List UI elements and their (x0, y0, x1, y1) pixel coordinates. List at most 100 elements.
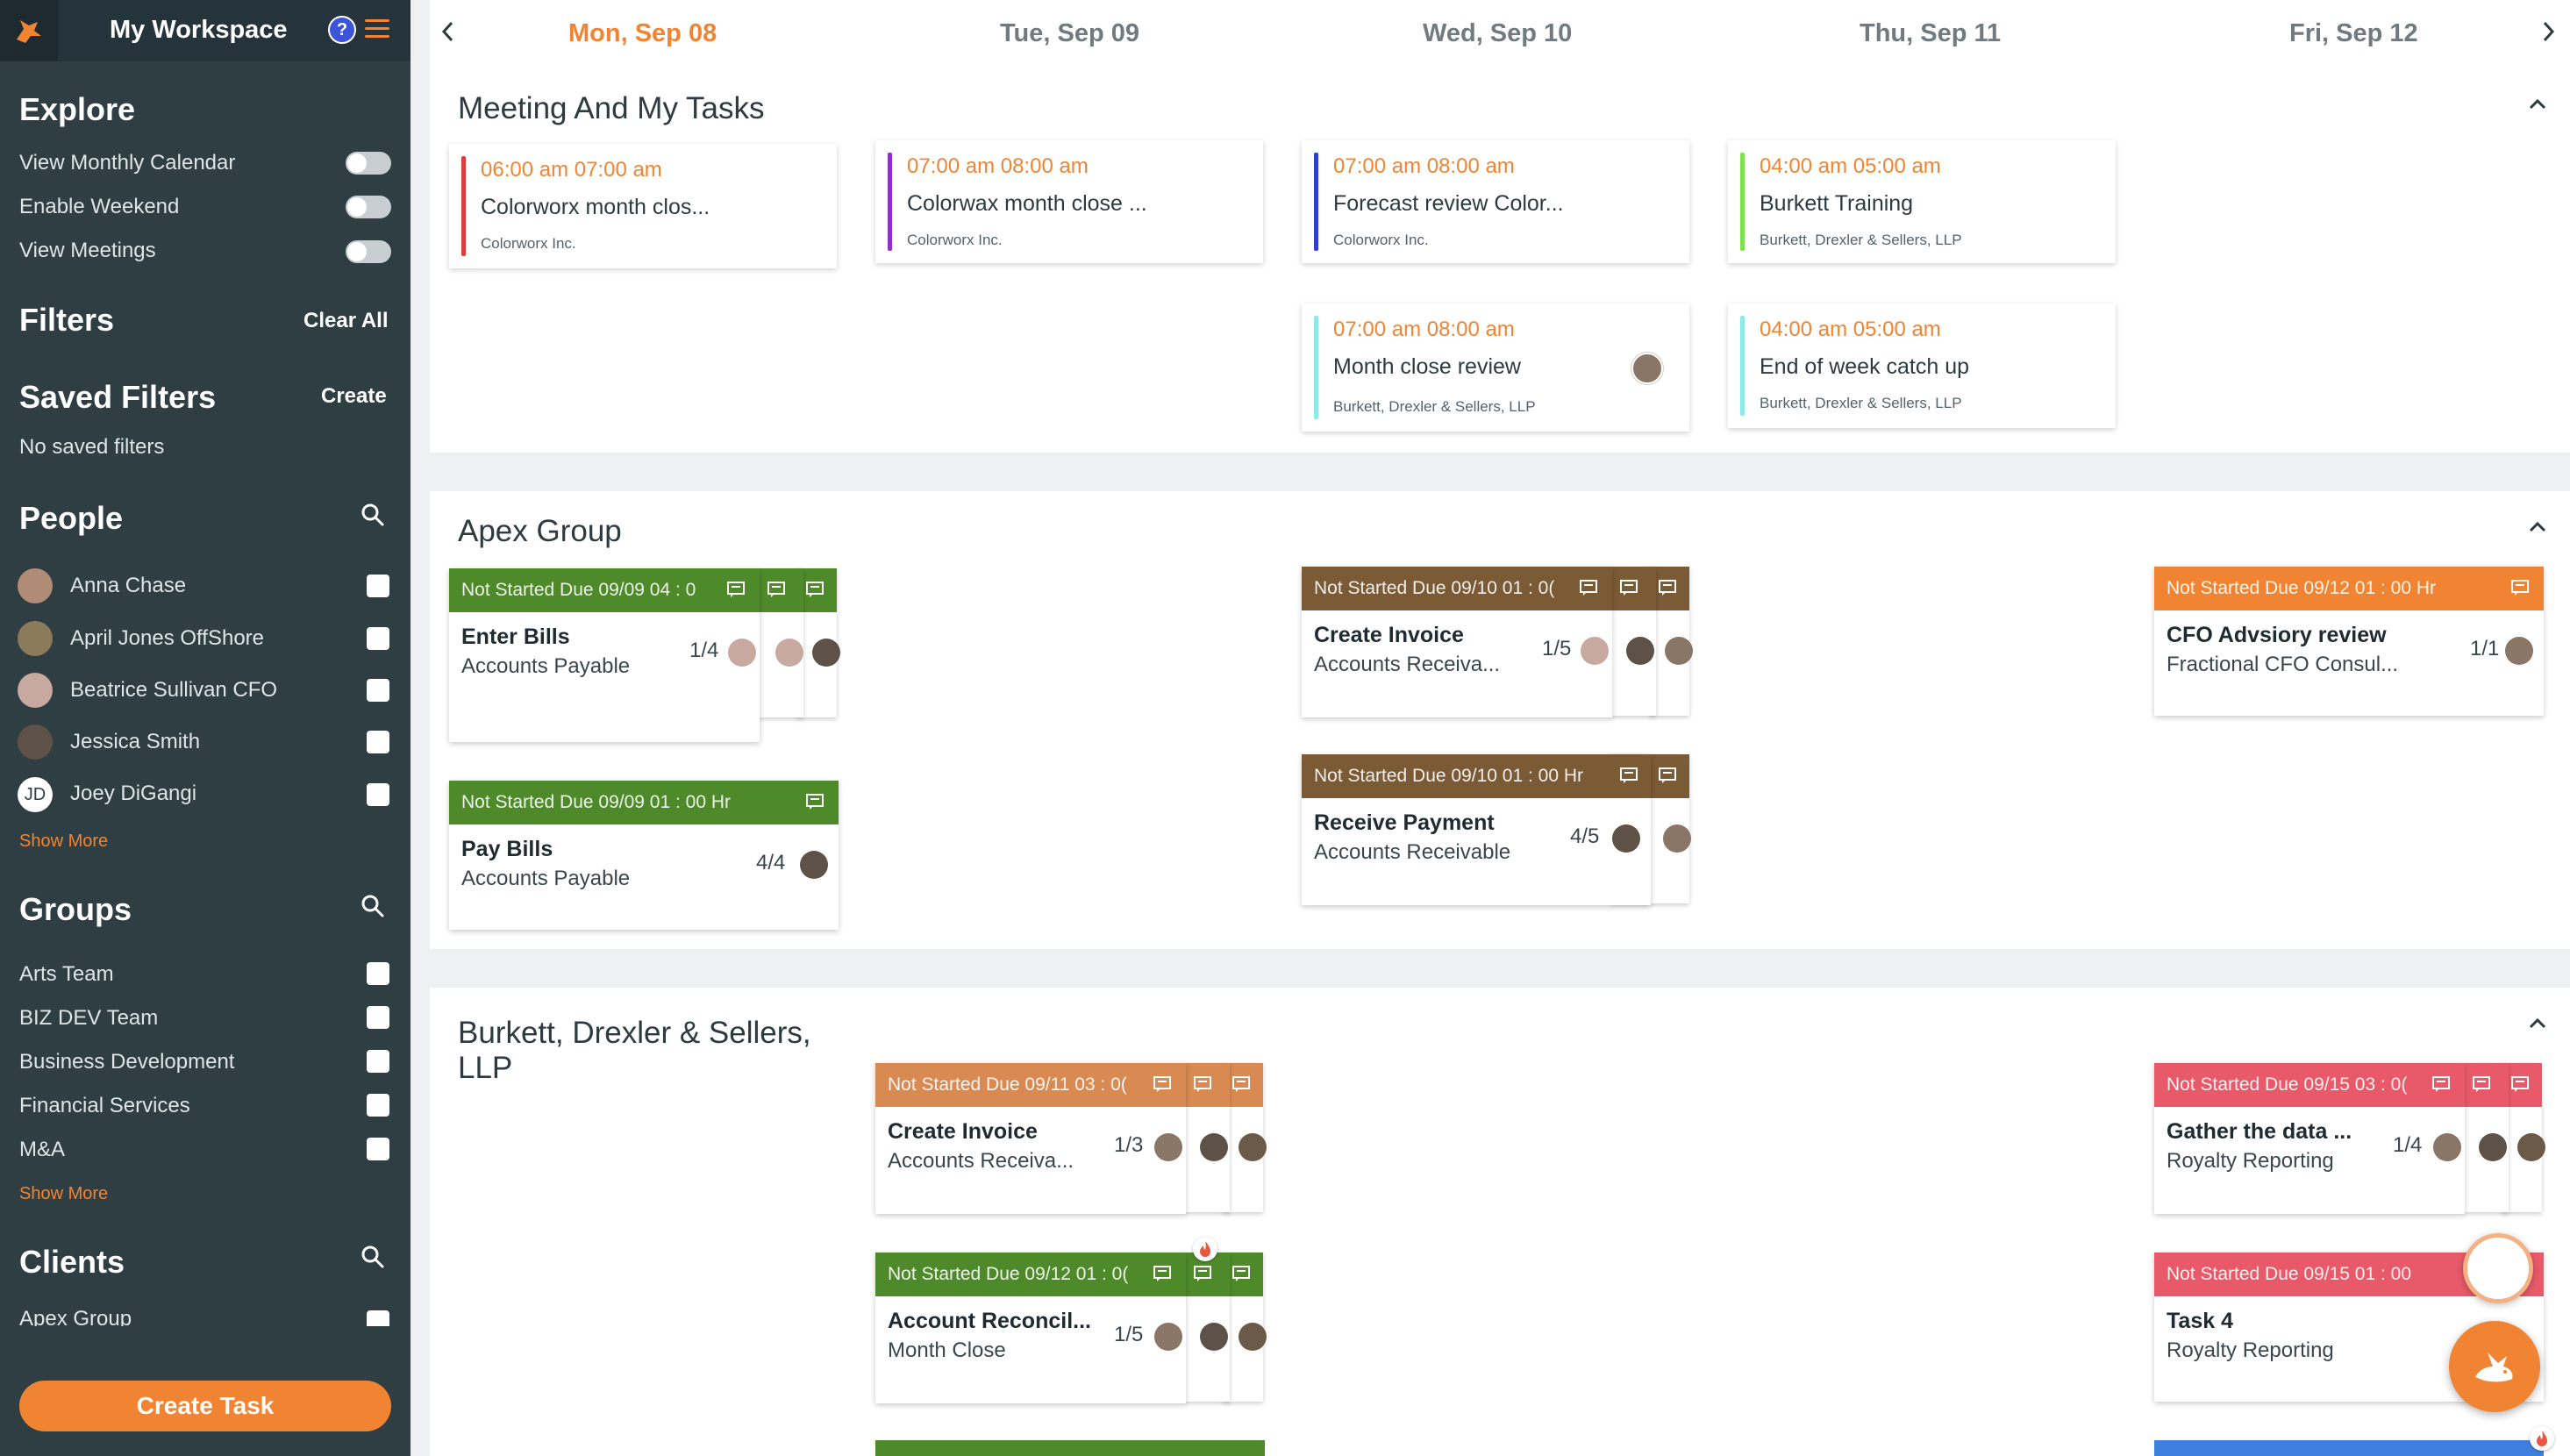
chat-icon[interactable] (1193, 1265, 1212, 1282)
search-icon[interactable] (360, 893, 386, 919)
chevron-up-icon[interactable] (2524, 91, 2551, 118)
task-card[interactable]: Not Started Due 09/12 01 : 0( Account Re… (875, 1237, 1267, 1403)
rabbit-logo-icon[interactable] (0, 0, 58, 61)
chevron-right-icon[interactable] (2535, 14, 2561, 49)
chevron-up-icon[interactable] (2524, 1010, 2551, 1037)
person-checkbox[interactable] (367, 731, 389, 753)
chat-icon[interactable] (1658, 579, 1677, 596)
task-card[interactable]: Not Started Due 09/10 01 : 0( Create Inv… (1302, 567, 1693, 717)
task-status: Not Started Due 09/15 03 : 0( (2167, 1074, 2408, 1095)
group-checkbox[interactable] (367, 1006, 389, 1029)
workspace-title[interactable]: My Workspace (110, 16, 288, 45)
avatar (1631, 353, 1663, 384)
task-card-main[interactable]: Not Started Due 09/10 01 : 00 Hr Receive… (1302, 754, 1651, 905)
apex-group-section: Apex Group Not Started Due 09/09 04 : 0 … (430, 491, 2570, 949)
day-label[interactable]: Mon, Sep 08 (568, 19, 717, 48)
group-checkbox[interactable] (367, 1138, 389, 1160)
avatar (812, 639, 840, 667)
task-card[interactable] (875, 1440, 1265, 1456)
group-checkbox[interactable] (367, 1050, 389, 1073)
task-card-main[interactable]: Not Started Due 09/11 03 : 0( Create Inv… (875, 1063, 1186, 1214)
create-task-button[interactable]: Create Task (19, 1381, 391, 1431)
chat-icon[interactable] (2431, 1075, 2451, 1093)
section-title: Apex Group (458, 514, 622, 548)
group-checkbox[interactable] (367, 962, 389, 985)
chat-icon[interactable] (1619, 767, 1638, 784)
group-checkbox[interactable] (367, 1094, 389, 1117)
task-card[interactable]: Not Started Due 09/09 01 : 00 Hr Pay Bil… (449, 781, 839, 930)
avatar (2479, 1133, 2507, 1161)
meeting-card[interactable]: 07:00 am 08:00 am Forecast review Color.… (1302, 140, 1689, 263)
task-card[interactable]: Not Started Due 09/11 03 : 0( Create Inv… (875, 1063, 1267, 1214)
task-card-main[interactable]: Not Started Due 09/12 01 : 0( Account Re… (875, 1253, 1186, 1403)
task-card-main[interactable]: Not Started Due 09/09 04 : 0 Enter Bills… (449, 568, 760, 742)
person-checkbox[interactable] (367, 575, 389, 597)
chat-icon[interactable] (2472, 1075, 2491, 1093)
person-checkbox[interactable] (367, 627, 389, 650)
person-checkbox[interactable] (367, 679, 389, 702)
task-card[interactable]: Not Started Due 09/12 01 : 00 Hr CFO Adv… (2154, 567, 2544, 716)
chat-icon[interactable] (726, 581, 746, 598)
groups-show-more-link[interactable]: Show More (19, 1184, 108, 1204)
task-card-main[interactable]: Not Started Due 09/10 01 : 0( Create Inv… (1302, 567, 1612, 717)
task-subtitle: Royalty Reporting (2167, 1149, 2334, 1173)
chat-icon[interactable] (805, 581, 825, 598)
chat-icon[interactable] (1579, 579, 1598, 596)
task-progress: 4/5 (1570, 824, 1600, 848)
menu-icon[interactable] (365, 19, 389, 40)
task-card-main[interactable]: Not Started Due 09/09 01 : 00 Hr Pay Bil… (449, 781, 839, 930)
explore-monthly-label: View Monthly Calendar (19, 151, 236, 175)
search-icon[interactable] (360, 1244, 386, 1270)
task-card[interactable]: Not Started Due 09/09 04 : 0 Enter Bills… (449, 568, 840, 742)
person-name: Joey DiGangi (70, 782, 197, 805)
task-name: CFO Advsiory review (2167, 623, 2387, 647)
filters-heading: Filters (19, 302, 115, 338)
task-card[interactable]: Not Started Due 09/15 03 : 0( Gather the… (2154, 1063, 2545, 1214)
person-checkbox[interactable] (367, 783, 389, 806)
meeting-card[interactable]: 04:00 am 05:00 am Burkett Training Burke… (1728, 140, 2116, 263)
task-subtitle: Accounts Receiva... (1314, 653, 1501, 676)
chat-icon[interactable] (1153, 1075, 1172, 1093)
client-checkbox[interactable] (367, 1310, 389, 1326)
chat-icon[interactable] (1231, 1075, 1251, 1093)
avatar (1663, 824, 1691, 853)
meeting-client: Colorworx Inc. (1333, 232, 1429, 248)
task-card[interactable] (2154, 1440, 2544, 1456)
meetings-toggle[interactable] (346, 240, 391, 263)
chat-icon[interactable] (2510, 1075, 2530, 1093)
chat-icon[interactable] (1231, 1265, 1251, 1282)
chat-icon[interactable] (2510, 579, 2530, 596)
task-card-main[interactable]: Not Started Due 09/15 03 : 0( Gather the… (2154, 1063, 2465, 1214)
chat-icon[interactable] (1153, 1265, 1172, 1282)
chat-icon[interactable] (1193, 1075, 1212, 1093)
weekend-toggle[interactable] (346, 196, 391, 218)
task-status: Not Started Due 09/09 01 : 00 Hr (461, 792, 732, 812)
meeting-card[interactable]: 07:00 am 08:00 am Colorwax month close .… (875, 140, 1263, 263)
chat-icon[interactable] (767, 581, 786, 598)
meeting-title: Colorwax month close ... (907, 191, 1147, 216)
fire-icon (1193, 1237, 1217, 1261)
help-icon[interactable]: ? (328, 16, 356, 44)
chevron-up-icon[interactable] (2524, 514, 2551, 540)
chat-icon[interactable] (1658, 767, 1677, 784)
day-label[interactable]: Tue, Sep 09 (1000, 19, 1139, 48)
task-card-main[interactable]: Not Started Due 09/12 01 : 00 Hr CFO Adv… (2154, 567, 2544, 716)
day-label[interactable]: Wed, Sep 10 (1423, 19, 1572, 48)
task-card[interactable]: Not Started Due 09/10 01 : 00 Hr Receive… (1302, 754, 1691, 905)
day-label[interactable]: Thu, Sep 11 (1860, 19, 2001, 48)
chat-icon[interactable] (1619, 579, 1638, 596)
chevron-left-icon[interactable] (435, 14, 461, 49)
rabbit-assistant-button[interactable] (2449, 1321, 2540, 1412)
chat-icon[interactable] (805, 793, 825, 810)
search-icon[interactable] (360, 502, 386, 528)
create-filter-button[interactable]: Create (321, 384, 387, 409)
meeting-time: 07:00 am 08:00 am (907, 154, 1089, 178)
meeting-card[interactable]: 07:00 am 08:00 am Month close review Bur… (1302, 303, 1689, 432)
people-show-more-link[interactable]: Show More (19, 831, 108, 852)
clear-all-button[interactable]: Clear All (303, 309, 388, 333)
day-label[interactable]: Fri, Sep 12 (2289, 19, 2418, 48)
avatar (18, 724, 53, 760)
monthly-calendar-toggle[interactable] (346, 152, 391, 175)
meeting-card[interactable]: 06:00 am 07:00 am Colorworx month clos..… (449, 144, 837, 268)
meeting-card[interactable]: 04:00 am 05:00 am End of week catch up B… (1728, 303, 2116, 428)
